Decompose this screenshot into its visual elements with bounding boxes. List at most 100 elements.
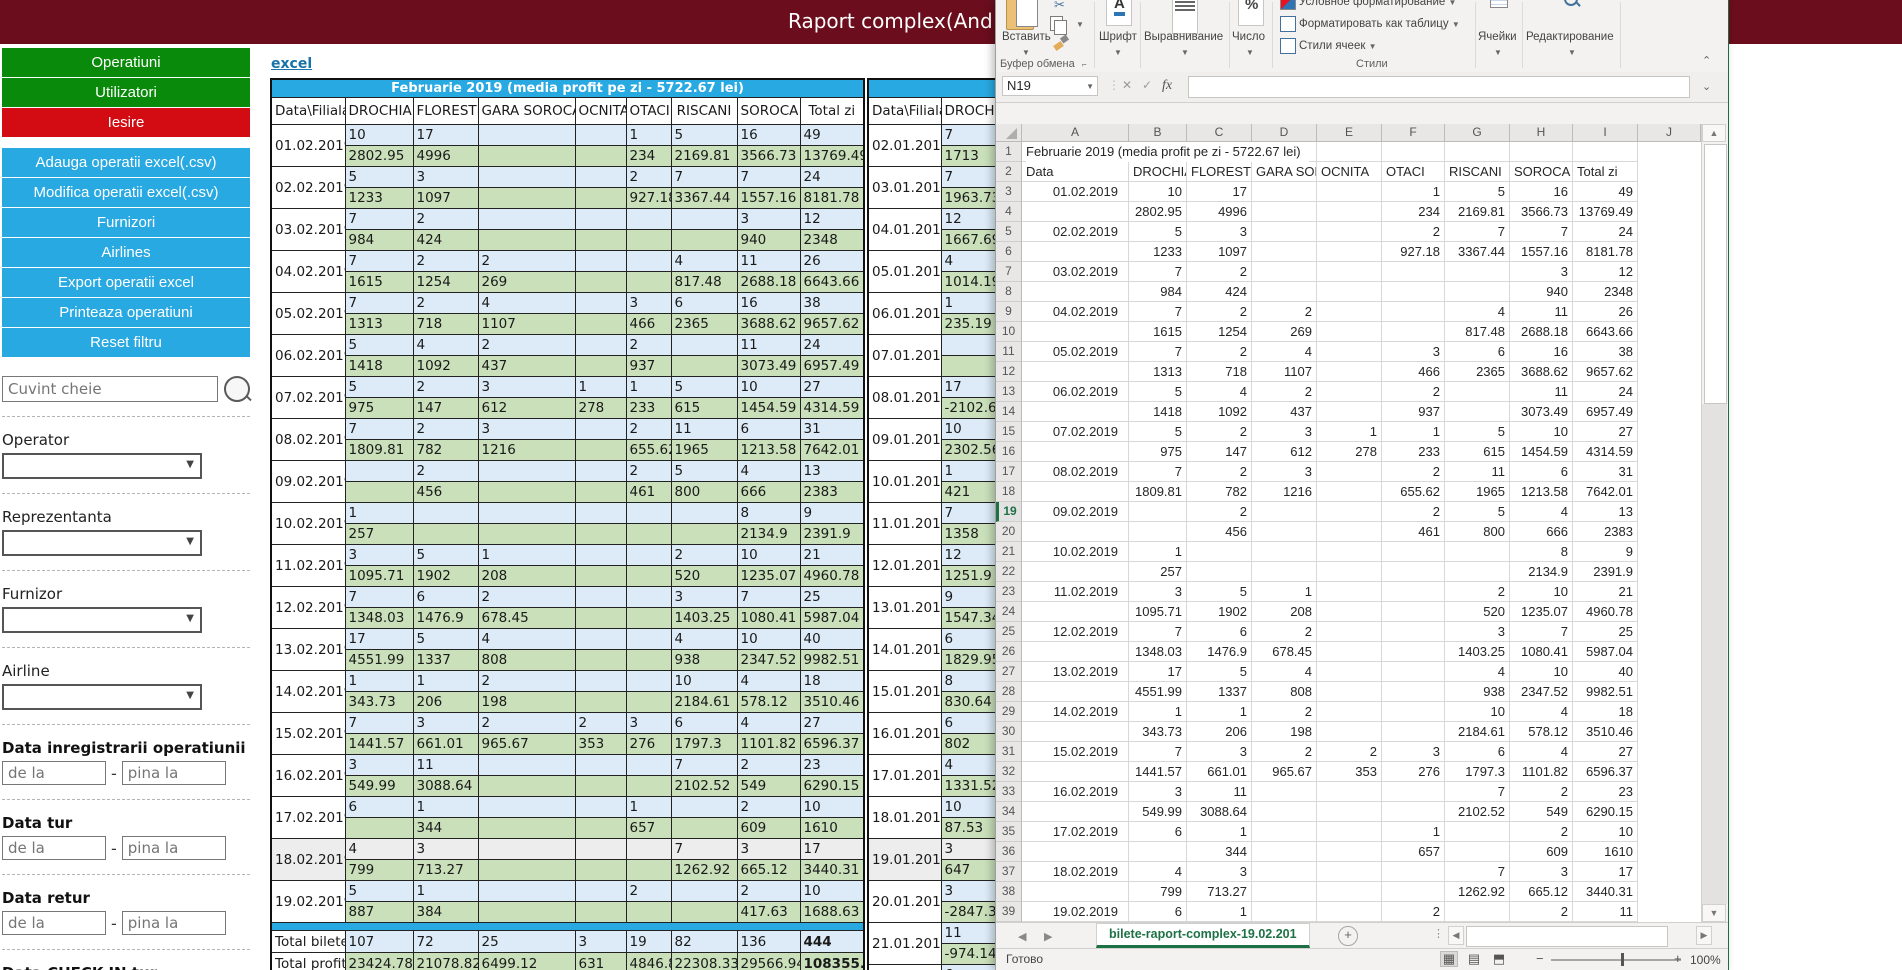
sheet-cell[interactable] — [1022, 642, 1129, 662]
sheet-cell[interactable] — [1317, 522, 1382, 542]
sheet-cell[interactable] — [1382, 582, 1445, 602]
sheet-cell[interactable]: 10 — [1510, 662, 1573, 682]
sidebar-item-furnizori[interactable]: Furnizori — [2, 208, 250, 237]
sheet-cell[interactable] — [1382, 662, 1445, 682]
sheet-cell[interactable]: 6 — [1445, 742, 1510, 762]
sheet-cell[interactable]: 7 — [1129, 742, 1187, 762]
sheet-cell[interactable]: 02.02.2019 — [1022, 222, 1129, 242]
sheet-cell[interactable]: 8 — [1510, 542, 1573, 562]
conditional-formatting-button[interactable]: Условное форматирование ▼ — [1299, 0, 1456, 8]
sheet-cell[interactable]: 2365 — [1445, 362, 1510, 382]
row-header-10[interactable]: 10 — [996, 322, 1022, 342]
sheet-cell[interactable]: 3 — [1382, 342, 1445, 362]
sidebar-item-adauga-operatii-excel-csv[interactable]: Adauga operatii excel(.csv) — [2, 148, 250, 177]
sheet-cell[interactable]: 549 — [1510, 802, 1573, 822]
sheet-cell[interactable]: Total zi — [1573, 162, 1638, 182]
collapse-ribbon-icon[interactable]: ⌃ — [1702, 54, 1711, 67]
sheet-cell[interactable] — [1022, 442, 1129, 462]
sheet-cell[interactable]: 1101.82 — [1510, 762, 1573, 782]
sheet-cell[interactable]: 661.01 — [1187, 762, 1252, 782]
sheet-cell[interactable]: 1809.81 — [1129, 482, 1187, 502]
font-icon-box[interactable]: А — [1106, 0, 1132, 26]
sheet-cell[interactable]: 965.67 — [1252, 762, 1317, 782]
sheet-cell[interactable]: 3 — [1129, 582, 1187, 602]
sheet-cell[interactable]: 424 — [1187, 282, 1252, 302]
sheet-cell[interactable]: 14.02.2019 — [1022, 702, 1129, 722]
sheet-nav-right-icon[interactable]: ▶ — [1044, 930, 1052, 943]
row-header-5[interactable]: 5 — [996, 222, 1022, 242]
sheet-cell[interactable]: 1213.58 — [1510, 482, 1573, 502]
sheet-cell[interactable]: 1235.07 — [1510, 602, 1573, 622]
sheet-cell[interactable]: 4960.78 — [1573, 602, 1638, 622]
sheet-cell[interactable] — [1382, 862, 1445, 882]
clipboard-dialog-launcher[interactable]: ⌐ — [1082, 60, 1087, 69]
sheet-cell[interactable]: 4 — [1510, 742, 1573, 762]
sidebar-item-reset-filtru[interactable]: Reset filtru — [2, 328, 250, 357]
cell-styles-button[interactable]: Стили ячеек ▼ — [1299, 40, 1377, 52]
sheet-cell[interactable]: 11 — [1445, 462, 1510, 482]
sheet-cell[interactable]: 1441.57 — [1129, 762, 1187, 782]
search-icon[interactable] — [224, 376, 250, 402]
sheet-cell[interactable]: 782 — [1187, 482, 1252, 502]
sheet-cell[interactable]: 9 — [1573, 542, 1638, 562]
sheet-cell[interactable] — [1252, 842, 1317, 862]
sheet-cell[interactable]: 7 — [1129, 342, 1187, 362]
sheet-cell[interactable]: 7 — [1129, 462, 1187, 482]
sheet-cell[interactable] — [1022, 762, 1129, 782]
sheet-cell[interactable]: 8181.78 — [1573, 242, 1638, 262]
sheet-cell[interactable]: 17 — [1129, 662, 1187, 682]
sheet-cell[interactable] — [1382, 722, 1445, 742]
sheet-cell[interactable]: 1 — [1187, 702, 1252, 722]
sheet-cell[interactable]: 3 — [1252, 462, 1317, 482]
sheet-cell[interactable]: 984 — [1129, 282, 1187, 302]
page-layout-view-icon[interactable]: ▤ — [1466, 952, 1482, 966]
sheet-cell[interactable]: 4 — [1252, 342, 1317, 362]
sheet-cell[interactable]: 666 — [1510, 522, 1573, 542]
sheet-cell[interactable]: 3 — [1445, 622, 1510, 642]
sheet-cell[interactable]: 2 — [1445, 582, 1510, 602]
sheet-cell[interactable]: 2 — [1187, 342, 1252, 362]
sheet-cell[interactable]: 2348 — [1573, 282, 1638, 302]
sheet-cell[interactable]: 6957.49 — [1573, 402, 1638, 422]
sheet-cell[interactable] — [1252, 542, 1317, 562]
sidebar-item-utilizatori[interactable]: Utilizatori — [2, 78, 250, 107]
sheet-cell[interactable]: 578.12 — [1510, 722, 1573, 742]
sheet-cell[interactable] — [1317, 782, 1382, 802]
sheet-cell[interactable]: 3 — [1510, 862, 1573, 882]
sheet-cell[interactable] — [1252, 502, 1317, 522]
row-header-24[interactable]: 24 — [996, 602, 1022, 622]
sheet-cell[interactable] — [1317, 562, 1382, 582]
zoom-slider-track[interactable] — [1551, 959, 1681, 961]
sheet-cell[interactable] — [1317, 362, 1382, 382]
row-header-3[interactable]: 3 — [996, 182, 1022, 202]
hscroll-right-icon[interactable]: ▶ — [1696, 926, 1712, 945]
sheet-cell[interactable]: 938 — [1445, 682, 1510, 702]
sheet-cell[interactable]: Data — [1022, 162, 1129, 182]
sheet-cell[interactable]: 6643.66 — [1573, 322, 1638, 342]
sheet-cell[interactable]: 343.73 — [1129, 722, 1187, 742]
sheet-cell[interactable]: 12 — [1573, 262, 1638, 282]
sheet-cell[interactable]: 1 — [1382, 182, 1445, 202]
sheet-cell[interactable]: 19.02.2019 — [1022, 902, 1129, 922]
row-header-9[interactable]: 9 — [996, 302, 1022, 322]
sheet-cell[interactable]: 5 — [1187, 662, 1252, 682]
sheet-cell[interactable] — [1252, 182, 1317, 202]
sheet-cell[interactable] — [1445, 262, 1510, 282]
sheet-cell[interactable]: 2 — [1510, 822, 1573, 842]
date-from-input[interactable] — [2, 836, 106, 860]
sheet-cell[interactable] — [1252, 282, 1317, 302]
name-box-arrow[interactable]: ▼ — [1086, 82, 1094, 91]
number-icon-box[interactable]: % — [1238, 0, 1264, 26]
sheet-cell[interactable] — [1317, 902, 1382, 922]
sheet-cell[interactable]: GARA SOROCA — [1252, 162, 1317, 182]
sheet-cell[interactable]: 11 — [1510, 382, 1573, 402]
sheet-cell[interactable]: 5 — [1445, 422, 1510, 442]
sheet-cell[interactable]: 2 — [1382, 222, 1445, 242]
sheet-cell[interactable]: 937 — [1382, 402, 1445, 422]
sheet-cell[interactable]: 208 — [1252, 602, 1317, 622]
sheet-cell[interactable]: 2 — [1252, 742, 1317, 762]
filter-select-furnizor[interactable]: ▼ — [2, 607, 202, 633]
cells-group-button[interactable]: Ячейки — [1478, 31, 1517, 43]
sheet-cell[interactable]: OCNITA — [1317, 162, 1382, 182]
sheet-cell[interactable] — [1445, 402, 1510, 422]
